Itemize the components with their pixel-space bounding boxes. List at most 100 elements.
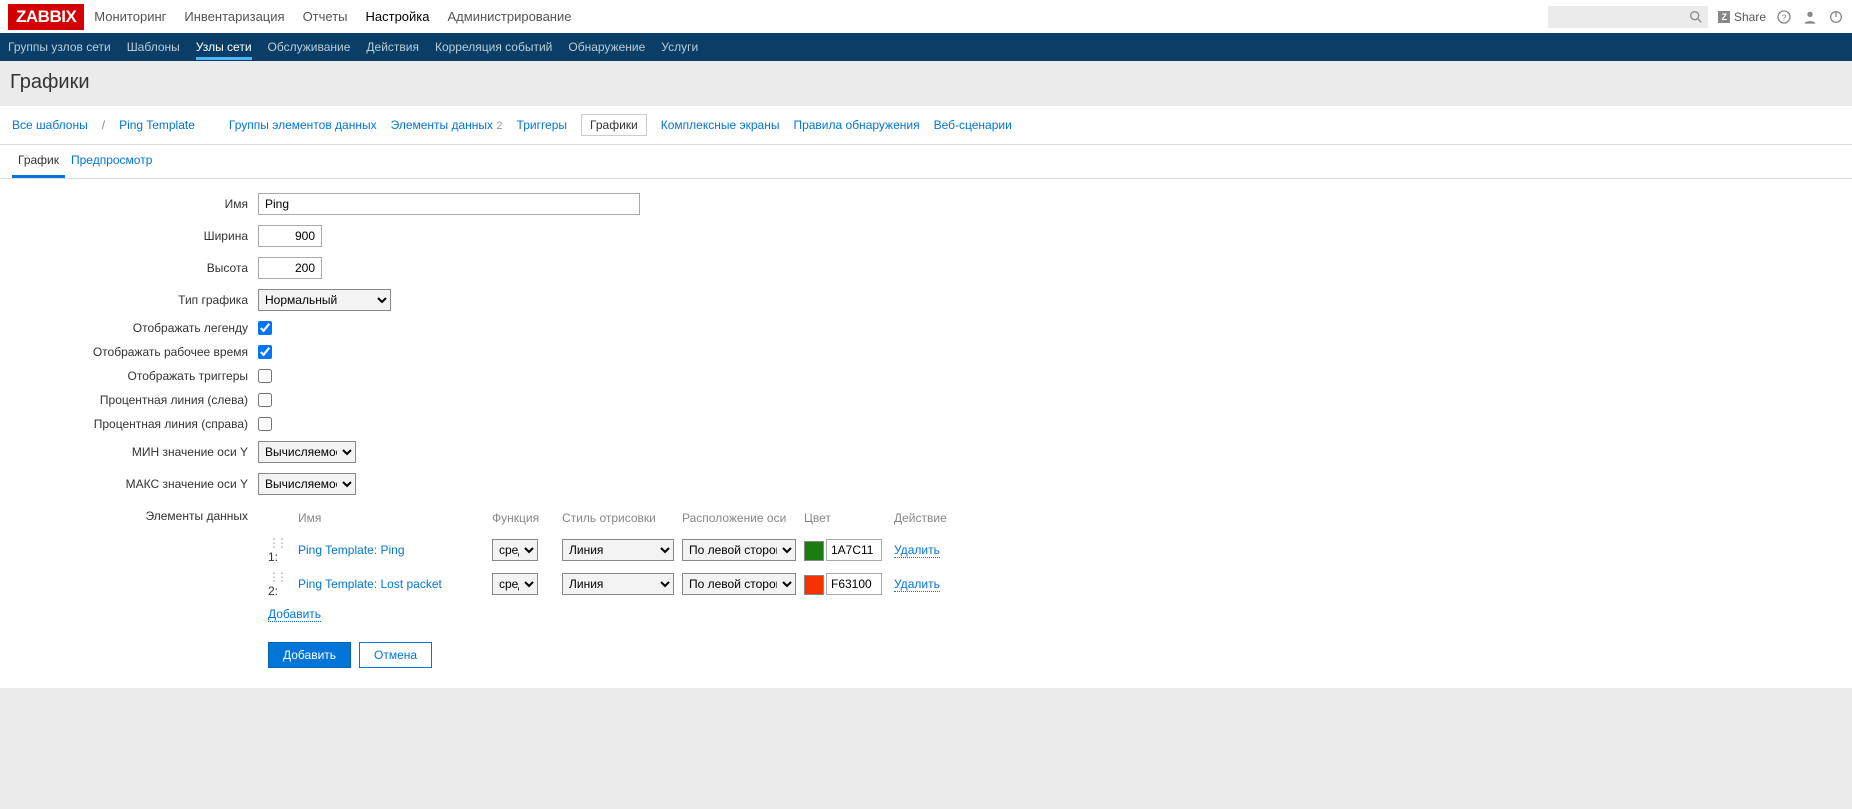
search-wrap <box>1548 6 1708 28</box>
th-style: Стиль отрисовки <box>562 507 682 533</box>
select-ymax[interactable]: Вычисляемое <box>258 473 356 495</box>
share-z-icon: Z <box>1718 11 1730 23</box>
input-color[interactable] <box>826 573 882 595</box>
subnav-hosts[interactable]: Узлы сети <box>196 34 252 60</box>
color-swatch[interactable] <box>804 575 824 595</box>
check-pleft[interactable] <box>258 393 272 407</box>
logout-icon[interactable] <box>1828 9 1844 25</box>
drag-handle-icon[interactable]: ⋮⋮ <box>268 536 284 550</box>
select-style[interactable]: Линия <box>562 539 674 561</box>
label-type: Тип графика <box>12 293 258 307</box>
select-axis[interactable]: По левой стороне <box>682 539 796 561</box>
subnav-services[interactable]: Услуги <box>661 34 698 60</box>
input-width[interactable] <box>258 225 322 247</box>
subnav: Группы узлов сети Шаблоны Узлы сети Обсл… <box>0 33 1852 61</box>
search-icon[interactable] <box>1688 9 1704 25</box>
user-icon[interactable] <box>1802 9 1818 25</box>
subnav-correlation[interactable]: Корреляция событий <box>435 34 552 60</box>
filter-nav: Все шаблоны / Ping Template Группы элеме… <box>0 106 1852 145</box>
th-func: Функция <box>492 507 562 533</box>
filter-app[interactable]: Группы элементов данных <box>229 118 377 132</box>
input-height[interactable] <box>258 257 322 279</box>
th-action: Действие <box>894 507 955 533</box>
tab-graph[interactable]: График <box>12 145 65 178</box>
subnav-hostgroups[interactable]: Группы узлов сети <box>8 34 111 60</box>
topnav-admin[interactable]: Администрирование <box>448 1 572 32</box>
label-legend: Отображать легенду <box>12 321 258 335</box>
select-ymin[interactable]: Вычисляемое <box>258 441 356 463</box>
select-type[interactable]: Нормальный <box>258 289 391 311</box>
topbar-right: Z Share ? <box>1548 6 1844 28</box>
drag-handle-icon[interactable]: ⋮⋮ <box>268 570 284 584</box>
input-color[interactable] <box>826 539 882 561</box>
topnav-monitoring[interactable]: Мониторинг <box>94 1 166 32</box>
filter-items-label: Элементы данных <box>391 118 493 132</box>
cancel-button[interactable]: Отмена <box>359 642 432 668</box>
label-worktime: Отображать рабочее время <box>12 345 258 359</box>
select-func[interactable]: сред <box>492 539 538 561</box>
filter-web[interactable]: Веб-сценарии <box>934 118 1012 132</box>
label-name: Имя <box>12 197 258 211</box>
table-row: ⋮⋮ 1: Ping Template: Ping сред Линия По … <box>268 533 955 567</box>
check-triggers[interactable] <box>258 369 272 383</box>
filter-discovery[interactable]: Правила обнаружения <box>793 118 919 132</box>
item-name-link[interactable]: Ping Template: Ping <box>298 543 405 557</box>
input-name[interactable] <box>258 193 640 215</box>
form-tabs: График Предпросмотр <box>0 145 1852 179</box>
select-func[interactable]: сред <box>492 573 538 595</box>
select-axis[interactable]: По левой стороне <box>682 573 796 595</box>
label-triggers: Отображать триггеры <box>12 369 258 383</box>
subnav-templates[interactable]: Шаблоны <box>127 34 180 60</box>
topnav-inventory[interactable]: Инвентаризация <box>184 1 284 32</box>
label-ymin: МИН значение оси Y <box>12 445 258 459</box>
topnav: Мониторинг Инвентаризация Отчеты Настрой… <box>94 1 571 32</box>
check-pright[interactable] <box>258 417 272 431</box>
label-pright: Процентная линия (справа) <box>12 417 258 431</box>
breadcrumb-all[interactable]: Все шаблоны <box>12 118 88 132</box>
label-height: Высота <box>12 261 258 275</box>
color-swatch[interactable] <box>804 541 824 561</box>
table-row: ⋮⋮ 2: Ping Template: Lost packet сред Ли… <box>268 567 955 601</box>
topnav-reports[interactable]: Отчеты <box>303 1 348 32</box>
share-label: Share <box>1734 10 1766 24</box>
breadcrumb-template[interactable]: Ping Template <box>119 118 195 132</box>
topbar: ZABBIX Мониторинг Инвентаризация Отчеты … <box>0 0 1852 33</box>
delete-link[interactable]: Удалить <box>894 577 940 592</box>
submit-button[interactable]: Добавить <box>268 642 351 668</box>
label-ymax: МАКС значение оси Y <box>12 477 258 491</box>
items-table: Имя Функция Стиль отрисовки Расположение… <box>268 507 955 624</box>
delete-link[interactable]: Удалить <box>894 543 940 558</box>
row-num: 1: <box>268 550 278 564</box>
row-num: 2: <box>268 584 278 598</box>
subnav-maintenance[interactable]: Обслуживание <box>268 34 351 60</box>
logo[interactable]: ZABBIX <box>8 4 84 30</box>
add-item-link[interactable]: Добавить <box>268 607 321 622</box>
check-worktime[interactable] <box>258 345 272 359</box>
subnav-discovery[interactable]: Обнаружение <box>568 34 645 60</box>
label-items: Элементы данных <box>12 505 258 523</box>
filter-graphs[interactable]: Графики <box>581 114 647 136</box>
label-width: Ширина <box>12 229 258 243</box>
filter-triggers[interactable]: Триггеры <box>517 118 568 132</box>
breadcrumb-sep: / <box>102 118 105 132</box>
page-header: Графики <box>0 61 1852 106</box>
svg-text:?: ? <box>1782 12 1787 22</box>
page-title: Графики <box>10 71 1842 94</box>
filter-items-count: 2 <box>496 120 502 132</box>
form-body: Имя Ширина Высота Тип графика Нормальный… <box>0 179 1852 688</box>
item-name-link[interactable]: Ping Template: Lost packet <box>298 577 442 591</box>
filter-items[interactable]: Элементы данных 2 <box>391 118 503 132</box>
search-input[interactable] <box>1548 6 1708 28</box>
filter-screens[interactable]: Комплексные экраны <box>661 118 780 132</box>
topnav-config[interactable]: Настройка <box>366 1 430 32</box>
check-legend[interactable] <box>258 321 272 335</box>
label-pleft: Процентная линия (слева) <box>12 393 258 407</box>
th-color: Цвет <box>804 507 894 533</box>
tab-preview[interactable]: Предпросмотр <box>65 145 158 178</box>
th-name: Имя <box>298 507 492 533</box>
share-button[interactable]: Z Share <box>1718 10 1766 24</box>
help-icon[interactable]: ? <box>1776 9 1792 25</box>
select-style[interactable]: Линия <box>562 573 674 595</box>
button-row: Добавить Отмена <box>268 642 1840 668</box>
th-axis: Расположение оси <box>682 507 804 533</box>
